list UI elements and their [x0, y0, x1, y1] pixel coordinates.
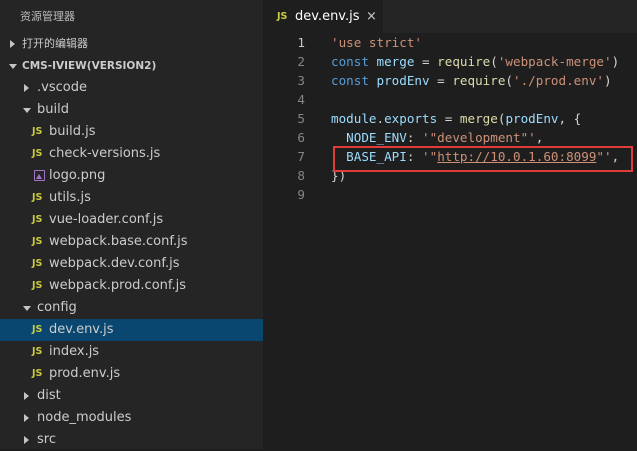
js-file-icon: JS — [32, 126, 43, 137]
line-number: 9 — [297, 187, 305, 202]
tab-label: dev.env.js — [295, 9, 360, 24]
tree-item-label: config — [37, 300, 77, 315]
code-text: const merge = require('webpack-merge') — [331, 54, 620, 69]
js-file-icon: JS — [32, 368, 43, 379]
tab-bar: JS dev.env.js × — [263, 0, 637, 33]
line-number: 7 — [297, 149, 305, 164]
code-text: NODE_ENV: '"development"', — [346, 130, 544, 145]
project-label: CMS-IVIEW(VERSION2) — [22, 60, 157, 72]
js-file-icon: JS — [32, 148, 43, 159]
chevron-down-icon — [23, 108, 31, 113]
tree-item-node-modules[interactable]: node_modules — [0, 407, 263, 429]
tree-item-label: .vscode — [37, 80, 87, 95]
chevron-right-icon — [24, 84, 29, 92]
code-text: const prodEnv = require('./prod.env') — [331, 73, 612, 88]
editor-pane: JS dev.env.js × 1 'use strict' 2 const merg… — [263, 0, 637, 449]
js-file-icon: JS — [32, 236, 43, 247]
chevron-down-icon — [23, 306, 31, 311]
tree-item-logo-png[interactable]: logo.png — [0, 165, 263, 187]
explorer-sidebar: 资源管理器 打开的编辑器 CMS-IVIEW(VERSION2) .vscode… — [0, 0, 263, 449]
tree-item-label: vue-loader.conf.js — [49, 212, 164, 227]
code-line: 6 NODE_ENV: '"development"', — [263, 128, 637, 147]
js-file-icon: JS — [32, 214, 43, 225]
tree-item-label: webpack.prod.conf.js — [49, 278, 187, 293]
tree-item-utils-js[interactable]: JS utils.js — [0, 187, 263, 209]
chevron-down-icon — [9, 64, 17, 69]
line-number: 4 — [297, 92, 305, 107]
tree-item-label: webpack.base.conf.js — [49, 234, 188, 249]
js-file-icon: JS — [32, 346, 43, 357]
tree-item-webpack-dev-conf-js[interactable]: JS webpack.dev.conf.js — [0, 253, 263, 275]
tab-dev-env-js[interactable]: JS dev.env.js × — [263, 0, 383, 33]
tree-item-label: dist — [37, 388, 61, 403]
close-icon[interactable]: × — [366, 8, 377, 26]
js-file-icon: JS — [277, 11, 288, 22]
tree-item-label: build — [37, 102, 69, 117]
tree-item-label: check-versions.js — [49, 146, 161, 161]
tree-item-index-js[interactable]: JS index.js — [0, 341, 263, 363]
tree-item-build-js[interactable]: JS build.js — [0, 121, 263, 143]
code-line: 2 const merge = require('webpack-merge') — [263, 52, 637, 71]
tree-item--vscode[interactable]: .vscode — [0, 77, 263, 99]
tree-item-label: prod.env.js — [49, 366, 121, 381]
chevron-right-icon — [24, 414, 29, 422]
tree-item-build[interactable]: build — [0, 99, 263, 121]
chevron-right-icon — [24, 436, 29, 444]
line-number: 6 — [297, 130, 305, 145]
chevron-right-icon — [10, 40, 15, 48]
js-file-icon: JS — [32, 192, 43, 203]
open-editors-label: 打开的编辑器 — [22, 37, 88, 50]
line-number: 3 — [297, 73, 305, 88]
tree-item-dev-env-js[interactable]: JS dev.env.js — [0, 319, 263, 341]
code-text: 'use strict' — [331, 35, 422, 50]
open-editors-section[interactable]: 打开的编辑器 — [0, 33, 263, 55]
js-file-icon: JS — [32, 280, 43, 291]
tree-item-label: dev.env.js — [49, 322, 114, 337]
tree-item-webpack-prod-conf-js[interactable]: JS webpack.prod.conf.js — [0, 275, 263, 297]
line-number: 8 — [297, 168, 305, 183]
tree-item-dist[interactable]: dist — [0, 385, 263, 407]
code-line: 3 const prodEnv = require('./prod.env') — [263, 71, 637, 90]
code-line: 4 — [263, 90, 637, 109]
js-file-icon: JS — [32, 258, 43, 269]
tree-item-src[interactable]: src — [0, 429, 263, 451]
tree-item-label: utils.js — [49, 190, 91, 205]
code-text: module.exports = merge(prodEnv, { — [331, 111, 582, 126]
js-file-icon: JS — [32, 324, 43, 335]
code-line: 9 — [263, 185, 637, 204]
tree-item-label: node_modules — [37, 410, 132, 425]
tree-item-prod-env-js[interactable]: JS prod.env.js — [0, 363, 263, 385]
tree-item-label: src — [37, 432, 56, 447]
explorer-title: 资源管理器 — [20, 10, 75, 23]
highlight-box — [333, 146, 633, 172]
line-number: 5 — [297, 111, 305, 126]
tree-item-vue-loader-conf-js[interactable]: JS vue-loader.conf.js — [0, 209, 263, 231]
tree-item-label: webpack.dev.conf.js — [49, 256, 180, 271]
tree-item-check-versions-js[interactable]: JS check-versions.js — [0, 143, 263, 165]
line-number: 2 — [297, 54, 305, 69]
tree-item-label: build.js — [49, 124, 96, 139]
project-section[interactable]: CMS-IVIEW(VERSION2) — [0, 55, 263, 77]
image-file-icon — [34, 170, 45, 181]
tree-item-label: index.js — [49, 344, 100, 359]
tree-item-config[interactable]: config — [0, 297, 263, 319]
line-number: 1 — [297, 35, 305, 50]
tree-item-webpack-base-conf-js[interactable]: JS webpack.base.conf.js — [0, 231, 263, 253]
chevron-right-icon — [24, 392, 29, 400]
code-line: 5 module.exports = merge(prodEnv, { — [263, 109, 637, 128]
code-line: 1 'use strict' — [263, 33, 637, 52]
tree-item-label: logo.png — [49, 168, 106, 183]
